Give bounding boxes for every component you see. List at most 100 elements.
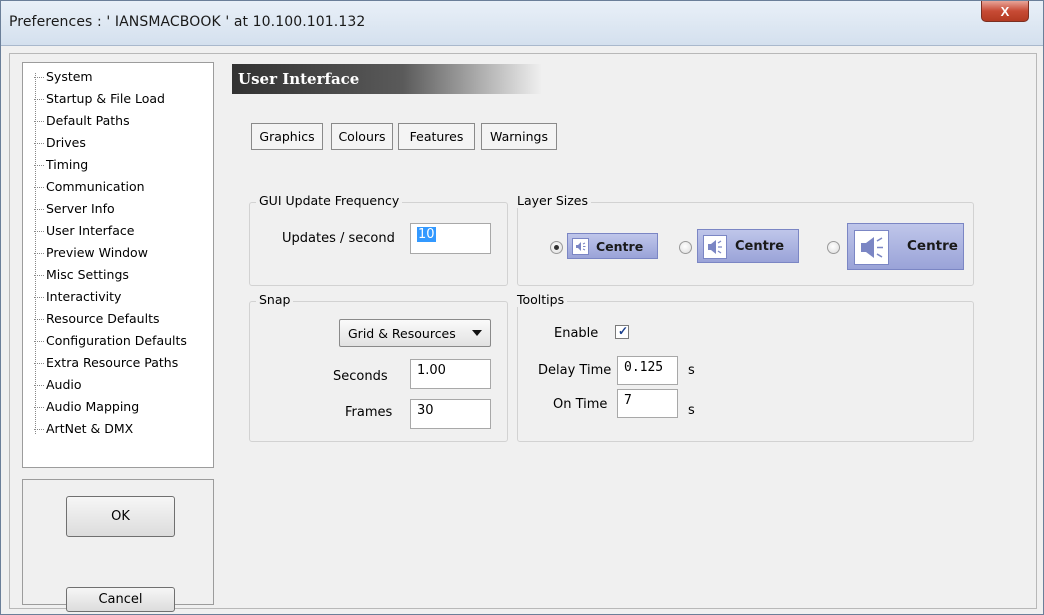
tab-warnings[interactable]: Warnings	[481, 123, 557, 150]
tree-item-server-info[interactable]: Server Info	[34, 201, 115, 216]
window-title: Preferences : ' IANSMACBOOK ' at 10.100.…	[9, 14, 366, 30]
tree-item-default-paths[interactable]: Default Paths	[34, 113, 130, 128]
tree-item-communication[interactable]: Communication	[34, 179, 145, 194]
tree-item-label: Startup & File Load	[46, 91, 165, 106]
tree-branch	[34, 297, 44, 298]
speaker-icon	[703, 235, 727, 259]
seconds-input[interactable]: 1.00	[410, 359, 491, 389]
snap-mode-select[interactable]: Grid & Resources	[339, 319, 491, 347]
frames-value: 30	[417, 403, 434, 418]
tree-item-resource-defaults[interactable]: Resource Defaults	[34, 311, 159, 326]
layer-size-medium-preview[interactable]: Centre	[697, 229, 799, 263]
delay-time-value: 0.125	[624, 360, 664, 375]
tree-item-system[interactable]: System	[34, 69, 93, 84]
ok-button[interactable]: OK	[66, 496, 175, 537]
tree-item-artnet-dmx[interactable]: ArtNet & DMX	[34, 421, 133, 436]
cancel-label: Cancel	[98, 592, 143, 607]
layer-size-large-radio[interactable]	[827, 241, 840, 254]
tree-branch	[34, 77, 44, 78]
on-time-unit: s	[688, 403, 695, 418]
tab-colours[interactable]: Colours	[331, 123, 393, 150]
tree-item-label: Timing	[46, 157, 89, 172]
preferences-window: Preferences : ' IANSMACBOOK ' at 10.100.…	[0, 0, 1044, 615]
tree-branch	[34, 121, 44, 122]
tooltips-group-label: Tooltips	[514, 292, 568, 307]
tab-graphics[interactable]: Graphics	[251, 123, 323, 150]
seconds-value: 1.00	[417, 363, 446, 378]
on-time-label: On Time	[553, 397, 608, 412]
tree-item-configuration-defaults[interactable]: Configuration Defaults	[34, 333, 187, 348]
updates-per-second-label: Updates / second	[282, 231, 395, 246]
tab-label: Warnings	[490, 129, 548, 144]
tree-item-label: Communication	[46, 179, 145, 194]
on-time-input[interactable]: 7	[617, 389, 678, 418]
tree-item-audio[interactable]: Audio	[34, 377, 82, 392]
close-button[interactable]: X	[981, 1, 1029, 22]
tree-item-label: Preview Window	[46, 245, 148, 260]
tree-item-preview-window[interactable]: Preview Window	[34, 245, 148, 260]
tree-item-startup[interactable]: Startup & File Load	[34, 91, 165, 106]
section-header: User Interface	[232, 64, 542, 94]
tooltips-enable-label: Enable	[554, 326, 599, 341]
tree-branch	[34, 407, 44, 408]
title-bar[interactable]: Preferences : ' IANSMACBOOK ' at 10.100.…	[1, 1, 1043, 46]
tree-item-audio-mapping[interactable]: Audio Mapping	[34, 399, 139, 414]
tab-label: Graphics	[259, 129, 315, 144]
delay-time-input[interactable]: 0.125	[617, 356, 678, 385]
tree-item-label: Configuration Defaults	[46, 333, 187, 348]
gui-update-group-label: GUI Update Frequency	[256, 193, 403, 208]
tree-item-label: User Interface	[46, 223, 135, 238]
tree-item-label: Misc Settings	[46, 267, 129, 282]
close-icon: X	[1000, 3, 1010, 19]
layer-size-large-label: Centre	[907, 238, 958, 254]
layer-size-small-preview[interactable]: Centre	[567, 233, 658, 259]
tree-branch	[34, 143, 44, 144]
delay-time-unit: s	[688, 363, 695, 378]
tree-item-timing[interactable]: Timing	[34, 157, 88, 172]
layer-size-medium-label: Centre	[735, 239, 785, 254]
tree-item-interactivity[interactable]: Interactivity	[34, 289, 121, 304]
speaker-icon	[854, 230, 889, 265]
tree-item-extra-resource-paths[interactable]: Extra Resource Paths	[34, 355, 178, 370]
tab-label: Features	[409, 129, 464, 144]
tree-item-label: Audio	[46, 377, 82, 392]
tree-branch	[34, 275, 44, 276]
frames-label: Frames	[345, 405, 393, 420]
triangle-down-icon	[472, 330, 482, 336]
snap-mode-value: Grid & Resources	[348, 325, 456, 341]
cancel-button[interactable]: Cancel	[66, 587, 175, 612]
layer-size-small-label: Centre	[596, 239, 644, 254]
page-title: User Interface	[238, 70, 360, 88]
tree-item-label: Extra Resource Paths	[46, 355, 179, 370]
tooltips-enable-checkbox[interactable]	[615, 324, 629, 339]
speaker-icon	[572, 238, 589, 255]
snap-group-label: Snap	[256, 292, 294, 307]
tree-branch	[34, 165, 44, 166]
tree-item-label: Server Info	[46, 201, 115, 216]
tab-features[interactable]: Features	[398, 123, 475, 150]
tree-item-label: System	[46, 69, 93, 84]
frames-input[interactable]: 30	[410, 399, 491, 429]
on-time-value: 7	[624, 393, 632, 408]
tree-item-label: Resource Defaults	[46, 311, 160, 326]
tree-item-user-interface[interactable]: User Interface	[34, 223, 134, 238]
updates-per-second-value: 10	[417, 227, 436, 242]
tree-item-label: Interactivity	[46, 289, 122, 304]
tree-item-label: Drives	[46, 135, 86, 150]
tree-item-label: ArtNet & DMX	[46, 421, 134, 436]
tree-item-misc-settings[interactable]: Misc Settings	[34, 267, 129, 282]
tree-branch	[34, 385, 44, 386]
tree-item-label: Default Paths	[46, 113, 130, 128]
tree-item-drives[interactable]: Drives	[34, 135, 86, 150]
tree-branch	[34, 429, 44, 430]
seconds-label: Seconds	[333, 369, 388, 384]
ok-label: OK	[111, 509, 130, 524]
layer-sizes-group-label: Layer Sizes	[514, 193, 591, 208]
layer-size-large-preview[interactable]: Centre	[847, 223, 964, 270]
updates-per-second-input[interactable]: 10	[410, 223, 491, 254]
layer-size-medium-radio[interactable]	[679, 241, 692, 254]
layer-size-small-radio[interactable]	[550, 241, 563, 254]
tree-branch	[34, 99, 44, 100]
tab-label: Colours	[338, 129, 386, 144]
tree-branch	[34, 209, 44, 210]
